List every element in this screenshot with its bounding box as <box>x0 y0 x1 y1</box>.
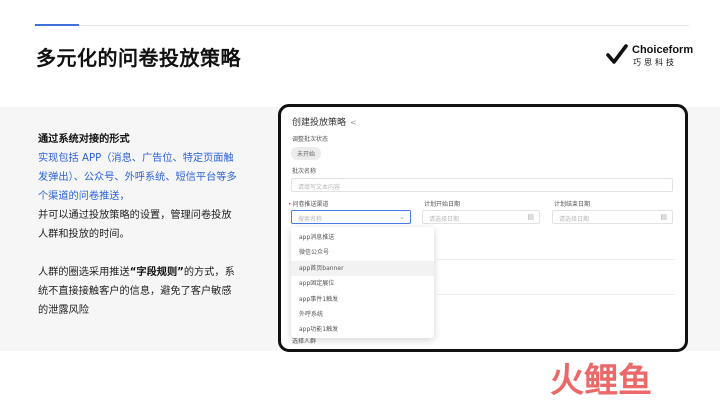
choiceform-logo: Choiceform 巧思科技 <box>606 43 696 69</box>
channel-select[interactable]: 搜索名称 ⌄ <box>291 210 411 224</box>
dropdown-item[interactable]: app首页banner <box>291 261 434 276</box>
end-date-placeholder: 请选择日期 <box>559 216 590 223</box>
form-divider <box>437 259 675 260</box>
calendar-icon: ▤ <box>660 213 667 221</box>
header-rule <box>79 25 689 26</box>
end-date-label: 计划结束日期 <box>554 201 591 208</box>
logo-name-en: Choiceform <box>632 44 694 56</box>
batch-name-label: 批次名称 <box>292 168 317 175</box>
slide-title: 多元化的问卷投放策略 <box>36 46 241 70</box>
title-accent-bar <box>35 24 79 26</box>
channel-label: •问卷推送渠道 <box>288 201 329 208</box>
calendar-icon: ▤ <box>527 213 534 221</box>
para2-bold: “字段规则” <box>129 267 184 278</box>
dropdown-item[interactable]: 微信公众号 <box>291 245 434 260</box>
choiceform-check-icon <box>606 44 628 64</box>
batch-name-placeholder: 请填写文本内容 <box>298 184 341 191</box>
watermark-logo: 火鲤鱼 <box>550 361 652 400</box>
dropdown-item[interactable]: app消息推送 <box>291 230 434 245</box>
channel-dropdown: app消息推送 微信公众号 app首页banner app固定展位 app事件1… <box>291 227 434 338</box>
channel-search-placeholder: 搜索名称 <box>298 216 323 223</box>
batch-name-input[interactable]: 请填写文本内容 <box>291 178 673 192</box>
screenshot-frame: 创建投放策略 < 调整批次状态 未开始 批次名称 请填写文本内容 •问卷推送渠道 … <box>278 104 688 352</box>
start-date-input[interactable]: 请选择日期 ▤ <box>422 210 540 224</box>
form-divider <box>437 294 675 295</box>
channel-label-text: 问卷推送渠道 <box>292 201 329 208</box>
dropdown-item[interactable]: app固定展位 <box>291 276 434 291</box>
para2-prefix: 人群的圈选采用推送 <box>38 267 130 278</box>
description-heading: 通过系统对接的形式 <box>38 134 130 145</box>
start-date-placeholder: 请选择日期 <box>429 216 460 223</box>
description-line: 并可以通过投放策略的设置，管理问卷投放人群和投放的时间。 <box>38 210 232 240</box>
form-title: 创建投放策略 < <box>292 115 357 128</box>
status-label: 调整批次状态 <box>292 136 329 143</box>
watermark-text: 火鲤鱼 <box>550 361 652 400</box>
dropdown-item[interactable]: app事件1触发 <box>291 292 434 307</box>
description-text: 通过系统对接的形式 实现包括 APP（消息、广告位、特定页面触发弹出）、公众号、… <box>38 130 238 320</box>
logo-name-cn: 巧思科技 <box>633 58 677 67</box>
description-blue-text: 实现包括 APP（消息、广告位、特定页面触发弹出）、公众号、外呼系统、短信平台等… <box>38 153 237 202</box>
start-date-label: 计划开始日期 <box>424 201 461 208</box>
dropdown-item[interactable]: 外呼系统 <box>291 307 434 322</box>
dropdown-item[interactable]: app功能1触发 <box>291 322 434 337</box>
chevron-down-icon: ⌄ <box>399 213 405 221</box>
end-date-input[interactable]: 请选择日期 ▤ <box>552 210 673 224</box>
form-title-text: 创建投放策略 <box>292 118 347 128</box>
description-paragraph-2: 人群的圈选采用推送“字段规则”的方式，系统不直接接触客户的信息，避免了客户敏感的… <box>38 263 238 320</box>
status-badge[interactable]: 未开始 <box>291 147 322 160</box>
share-icon[interactable]: < <box>350 118 357 127</box>
